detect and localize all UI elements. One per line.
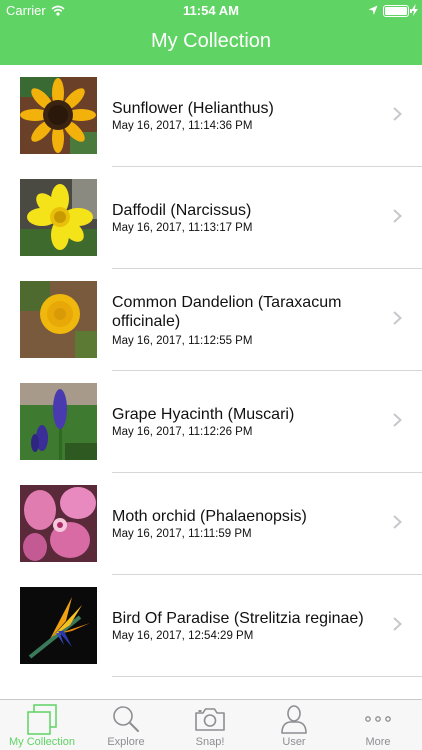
plant-name: Sunflower (Helianthus) — [112, 100, 274, 117]
tab-user[interactable]: User — [252, 700, 336, 750]
bird-of-paradise-photo — [20, 587, 97, 664]
plant-date: May 16, 2017, 11:13:17 PM — [112, 222, 253, 234]
dandelion-photo — [20, 281, 97, 358]
tab-my-collection[interactable]: My Collection — [0, 700, 84, 750]
list-item[interactable]: Grape Hyacinth (Muscari) May 16, 2017, 1… — [0, 371, 422, 473]
daffodil-photo — [20, 179, 97, 256]
nav-header: Carrier 11:54 AM My Collection — [0, 0, 422, 65]
tab-label: My Collection — [8, 736, 76, 748]
list-item[interactable]: Bird Of Paradise (Strelitzia reginae) Ma… — [0, 575, 422, 677]
tab-label: More — [365, 736, 391, 748]
status-bar: Carrier 11:54 AM — [0, 0, 422, 22]
plant-name: Bird Of Paradise (Strelitzia reginae) — [112, 610, 364, 627]
plant-name: Common Dandelion (Taraxacum officinale) — [112, 294, 342, 330]
plant-date: May 16, 2017, 12:54:29 PM — [112, 630, 254, 642]
tab-bar: My Collection Explore Snap! User More — [0, 699, 422, 750]
chevron-right-icon — [393, 413, 402, 427]
tab-explore[interactable]: Explore — [84, 700, 168, 750]
sunflower-photo — [20, 77, 97, 154]
plant-date: May 16, 2017, 11:12:26 PM — [112, 426, 253, 438]
chevron-right-icon — [393, 515, 402, 529]
tab-snap[interactable]: Snap! — [168, 700, 252, 750]
app-screen: Carrier 11:54 AM My Collection Sunflower… — [0, 0, 422, 750]
status-time: 11:54 AM — [183, 3, 239, 18]
more-icon — [365, 716, 391, 722]
tab-label: User — [282, 736, 306, 748]
plant-date: May 16, 2017, 11:14:36 PM — [112, 120, 253, 132]
page-title: My Collection — [150, 30, 272, 52]
list-item[interactable]: Moth orchid (Phalaenopsis) May 16, 2017,… — [0, 473, 422, 575]
battery-icon — [383, 5, 412, 17]
collection-icon — [27, 704, 57, 735]
list-item[interactable]: Sunflower (Helianthus) May 16, 2017, 11:… — [0, 65, 422, 167]
user-icon — [281, 705, 307, 734]
camera-icon — [195, 708, 225, 731]
chevron-right-icon — [393, 209, 402, 223]
grape-hyacinth-photo — [20, 383, 97, 460]
location-icon — [368, 5, 378, 15]
tab-label: Explore — [107, 736, 145, 748]
charging-bolt-icon — [411, 4, 418, 16]
plant-name: Grape Hyacinth (Muscari) — [112, 406, 295, 423]
list-item[interactable]: Daffodil (Narcissus) May 16, 2017, 11:13… — [0, 167, 422, 269]
chevron-right-icon — [393, 311, 402, 325]
chevron-right-icon — [393, 617, 402, 631]
plant-date: May 16, 2017, 11:11:59 PM — [112, 528, 252, 540]
plant-name: Daffodil (Narcissus) — [112, 202, 252, 219]
moth-orchid-photo — [20, 485, 97, 562]
tab-label: Snap! — [195, 736, 225, 748]
chevron-right-icon — [393, 107, 402, 121]
tab-more[interactable]: More — [336, 700, 420, 750]
collection-list: Sunflower (Helianthus) May 16, 2017, 11:… — [0, 65, 422, 699]
search-icon — [113, 706, 139, 732]
plant-name: Moth orchid (Phalaenopsis) — [112, 508, 307, 525]
battery-level — [385, 7, 407, 15]
plant-date: May 16, 2017, 11:12:55 PM — [112, 335, 253, 347]
list-item[interactable]: Common Dandelion (Taraxacum officinale) … — [0, 269, 422, 371]
